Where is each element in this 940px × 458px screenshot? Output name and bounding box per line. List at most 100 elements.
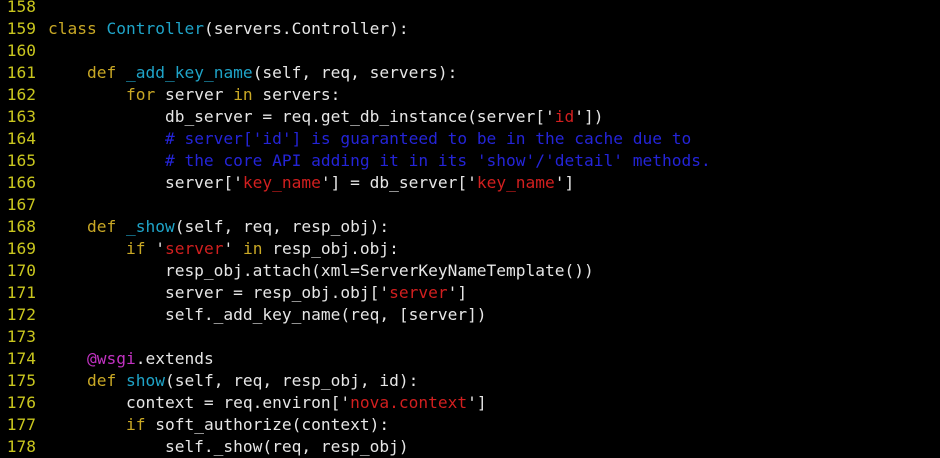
gutter-gap	[36, 0, 48, 18]
code-text: db_server = req.get_db_instance(server['…	[48, 106, 940, 128]
line-number: 158	[6, 0, 36, 16]
code-token-keyword: if	[125, 415, 146, 434]
line-number: 171	[6, 283, 36, 302]
code-token-plain: self._add_key_name(req, [server])	[48, 305, 487, 324]
line-number: 178	[6, 437, 36, 456]
line-number: 172	[6, 305, 36, 324]
code-token-plain: server['	[48, 173, 243, 192]
code-token-keyword: if	[125, 239, 146, 258]
line-number: 177	[6, 415, 36, 434]
code-token-plain: '] = db_server['	[320, 173, 477, 192]
code-line[interactable]: 163 db_server = req.get_db_instance(serv…	[0, 106, 940, 128]
code-line[interactable]: 175 def show(self, req, resp_obj, id):	[0, 370, 940, 392]
line-number: 168	[6, 217, 36, 236]
code-text: def show(self, req, resp_obj, id):	[48, 370, 940, 392]
code-token-plain: resp_obj.obj:	[262, 239, 399, 258]
code-line[interactable]: 158	[0, 0, 940, 18]
line-number: 161	[6, 63, 36, 82]
code-line[interactable]: 178 self._show(req, resp_obj)	[0, 436, 940, 458]
gutter-gap	[36, 216, 48, 238]
code-text: server['key_name'] = db_server['key_name…	[48, 172, 940, 194]
code-token-keyword: def	[86, 63, 117, 82]
gutter-gap	[36, 414, 48, 436]
line-number: 170	[6, 261, 36, 280]
gutter-gap	[36, 370, 48, 392]
code-token-keyword: in	[233, 85, 253, 104]
code-token-comment: # the core API adding it in its 'show'/'…	[164, 151, 711, 170]
code-token-plain: (self, req, servers):	[252, 63, 458, 82]
code-line[interactable]: 170 resp_obj.attach(xml=ServerKeyNameTem…	[0, 260, 940, 282]
line-number: 169	[6, 239, 36, 258]
code-text: @wsgi.extends	[48, 348, 940, 370]
code-token-name: _add_key_name	[125, 63, 253, 82]
code-token-string: server	[389, 283, 448, 302]
code-text: if soft_authorize(context):	[48, 414, 940, 436]
code-line[interactable]: 164 # server['id'] is guaranteed to be i…	[0, 128, 940, 150]
code-line[interactable]: 162 for server in servers:	[0, 84, 940, 106]
code-line[interactable]: 167	[0, 194, 940, 216]
line-number: 173	[6, 327, 36, 346]
code-line[interactable]: 161 def _add_key_name(self, req, servers…	[0, 62, 940, 84]
code-token-plain: servers:	[252, 85, 341, 104]
code-line[interactable]: 172 self._add_key_name(req, [server])	[0, 304, 940, 326]
code-token-keyword: in	[242, 239, 263, 258]
code-viewport[interactable]: 158 159 class Controller(servers.Controlle…	[0, 0, 940, 458]
code-editor: { "editor": { "lines": [ { "number": "15…	[0, 0, 940, 456]
code-token-plain: soft_authorize(context):	[145, 415, 390, 434]
gutter-gap	[36, 84, 48, 106]
line-number: 165	[6, 151, 36, 170]
gutter-gap	[36, 282, 48, 304]
gutter-gap	[36, 238, 48, 260]
code-line[interactable]: 176 context = req.environ['nova.context'…	[0, 392, 940, 414]
code-token-string: key_name	[476, 173, 555, 192]
gutter-gap	[36, 326, 48, 348]
code-line[interactable]: 174 @wsgi.extends	[0, 348, 940, 370]
line-number: 167	[6, 195, 36, 214]
line-number: 175	[6, 371, 36, 390]
gutter-gap	[36, 260, 48, 282]
code-token-keyword: def	[86, 217, 117, 236]
line-number: 164	[6, 129, 36, 148]
code-line[interactable]: 169 if 'server' in resp_obj.obj:	[0, 238, 940, 260]
code-token-string: id	[554, 107, 575, 126]
gutter-gap	[36, 348, 48, 370]
code-text: self._add_key_name(req, [server])	[48, 304, 940, 326]
code-token-plain: '	[145, 239, 165, 258]
line-number: 160	[6, 41, 36, 60]
code-line[interactable]: 165 # the core API adding it in its 'sho…	[0, 150, 940, 172]
code-token-plain: db_server = req.get_db_instance(server['	[48, 107, 555, 126]
gutter-gap	[36, 18, 48, 40]
code-token-name: show	[125, 371, 165, 390]
code-token-plain: '])	[574, 107, 604, 126]
code-token-keyword: def	[86, 371, 117, 390]
code-text: if 'server' in resp_obj.obj:	[48, 238, 940, 260]
code-token-plain: server = resp_obj.obj['	[48, 283, 390, 302]
gutter-gap	[36, 62, 48, 84]
code-text: # server['id'] is guaranteed to be in th…	[48, 128, 940, 150]
gutter-gap	[36, 150, 48, 172]
code-line[interactable]: 173	[0, 326, 940, 348]
line-number: 162	[6, 85, 36, 104]
code-token-plain: '	[223, 239, 243, 258]
code-text: self._show(req, resp_obj)	[48, 436, 940, 458]
code-token-plain: self._show(req, resp_obj)	[48, 437, 409, 456]
code-line[interactable]: 177 if soft_authorize(context):	[0, 414, 940, 436]
gutter-gap	[36, 304, 48, 326]
code-token-string: server	[164, 239, 224, 258]
code-line[interactable]: 168 def _show(self, req, resp_obj):	[0, 216, 940, 238]
code-token-name: _show	[125, 217, 175, 236]
code-line[interactable]: 159 class Controller(servers.Controller):	[0, 18, 940, 40]
code-line[interactable]: 171 server = resp_obj.obj['server']	[0, 282, 940, 304]
code-line[interactable]: 160	[0, 40, 940, 62]
code-line[interactable]: 166 server['key_name'] = db_server['key_…	[0, 172, 940, 194]
line-number: 176	[6, 393, 36, 412]
